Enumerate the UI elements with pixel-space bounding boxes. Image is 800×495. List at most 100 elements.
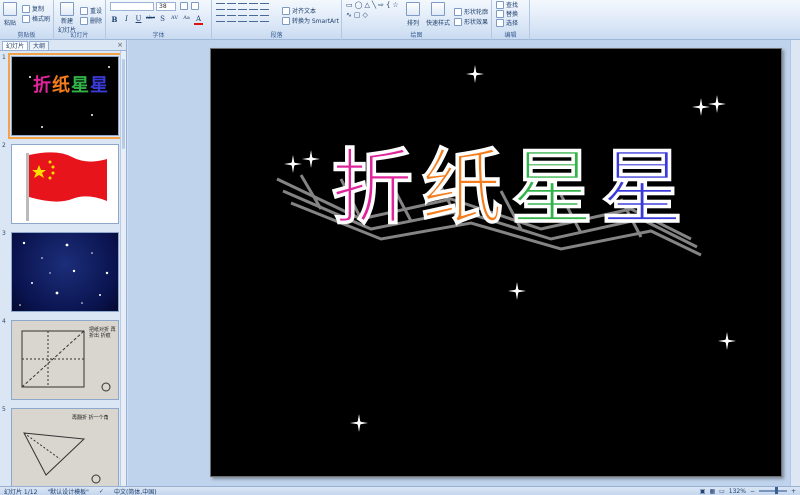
tab-outline[interactable]: 大纲 <box>29 41 50 50</box>
format-painter-button[interactable]: 格式刷 <box>22 14 50 23</box>
replace-button[interactable]: 替换 <box>496 9 518 18</box>
font-size-combo[interactable]: 38 <box>156 2 176 11</box>
zoom-control: ▣ ▦ ▭ 132% − + <box>700 487 800 495</box>
panel-scrollbar[interactable] <box>120 51 126 486</box>
reset-icon <box>80 6 88 15</box>
outline-icon <box>454 7 462 16</box>
arrange-icon <box>406 2 420 16</box>
close-panel-icon[interactable]: × <box>117 40 123 50</box>
brace-shape-icon[interactable]: { <box>386 1 390 9</box>
slide-title[interactable]: 折纸星星 <box>330 121 691 240</box>
slide-thumbnail-2[interactable]: 2 <box>0 142 121 226</box>
zoom-level[interactable]: 132% <box>729 488 746 495</box>
slide-thumbnail-5[interactable]: 5 再翻折 折一个角 <box>0 406 121 490</box>
change-case-button[interactable]: Aa <box>182 15 191 25</box>
shapes-gallery[interactable]: ▭ ◯ △ ╲ ⇨{ ☆ ∿ ▢ ◇ <box>346 1 402 19</box>
zoom-out-icon[interactable]: − <box>750 488 755 495</box>
rounded-rect-shape-icon[interactable]: ▢ <box>354 11 361 19</box>
quick-styles-button[interactable]: 快速样式 <box>426 2 450 27</box>
editing-group: 查找 替换 选择 编辑 <box>492 0 530 40</box>
slide-thumbnail-4[interactable]: 4 把纸对折 再折出 折痕 <box>0 318 121 402</box>
diamond-shape-icon[interactable]: ◇ <box>363 11 368 19</box>
slide-thumbnail-3[interactable]: 3 <box>0 230 121 314</box>
slides-panel: 幻灯片 大纲 × 1 折纸星星 2 3 4 把纸对折 再折出 折痕 5 再翻折 … <box>0 40 127 488</box>
zoom-slider[interactable] <box>758 487 787 494</box>
char-spacing-button[interactable]: AV <box>170 15 179 25</box>
grow-font-button[interactable] <box>180 2 188 10</box>
underline-button[interactable]: U <box>134 15 143 25</box>
shrink-font-icon <box>191 2 199 10</box>
find-button[interactable]: 查找 <box>496 0 518 9</box>
increase-indent-button[interactable] <box>249 3 258 10</box>
zoom-slider-knob[interactable] <box>774 487 778 494</box>
line-spacing-button[interactable] <box>260 3 269 10</box>
star-shape-icon[interactable]: ☆ <box>392 1 398 9</box>
panel-scroll-thumb[interactable] <box>122 59 125 149</box>
title-char-3: 星 <box>511 141 602 237</box>
slide-canvas[interactable]: 折纸星星 <box>210 48 782 477</box>
paragraph-group: 对齐文本 转换为 SmartArt 段落 <box>212 0 342 40</box>
line-shape-icon[interactable]: ╲ <box>372 1 376 9</box>
title-char-2: 纸 <box>421 141 512 237</box>
arrow-shape-icon[interactable]: ⇨ <box>378 1 384 9</box>
align-text-button[interactable]: 对齐文本 <box>282 6 316 15</box>
editing-group-label: 编辑 <box>504 32 517 39</box>
delete-slide-button[interactable]: 删除 <box>80 16 102 25</box>
thumbnail-image: 再翻折 折一个角 <box>11 408 119 488</box>
thumbnail-sparkles <box>29 66 110 128</box>
numbering-button[interactable] <box>227 3 236 10</box>
italic-button[interactable]: I <box>122 15 131 25</box>
strikethrough-button[interactable]: abc <box>146 15 155 25</box>
rectangle-shape-icon[interactable]: ▭ <box>346 1 353 9</box>
editor-scrollbar[interactable] <box>790 40 800 486</box>
font-name-combo[interactable] <box>110 2 154 11</box>
shrink-font-button[interactable] <box>191 2 199 10</box>
reset-button[interactable]: 重设 <box>80 6 102 15</box>
slides-group-label: 幻灯片 <box>70 32 89 39</box>
clipboard-group-label: 剪贴板 <box>17 32 36 39</box>
font-group-label: 字体 <box>152 32 165 39</box>
select-icon <box>496 18 504 27</box>
slideshow-view-icon[interactable]: ▭ <box>719 488 725 495</box>
sketch-note: 再翻折 折一个角 <box>72 415 109 421</box>
copy-button[interactable]: 复制 <box>22 4 44 13</box>
shape-outline-button[interactable]: 形状轮廓 <box>454 7 488 16</box>
convert-smartart-button[interactable]: 转换为 SmartArt <box>282 16 339 25</box>
triangle-shape-icon[interactable]: △ <box>364 1 369 9</box>
title-reflection-decoration <box>276 174 702 257</box>
ribbon: 粘贴 复制 格式刷 剪贴板 新建 幻灯片 重设 删除 幻灯片 38 B I U … <box>0 0 800 40</box>
china-flag-image <box>26 152 107 221</box>
list-buttons <box>216 3 269 10</box>
drawing-group: ▭ ◯ △ ╲ ⇨{ ☆ ∿ ▢ ◇ 排列 快速样式 形状轮廓 形状效果 绘图 <box>342 0 492 40</box>
shape-effects-button[interactable]: 形状效果 <box>454 17 488 26</box>
align-right-button[interactable] <box>238 15 247 22</box>
bullets-button[interactable] <box>216 3 225 10</box>
justify-button[interactable] <box>249 15 258 22</box>
theme-name: "默认设计模板" <box>47 488 89 495</box>
columns-button[interactable] <box>260 15 269 22</box>
oval-shape-icon[interactable]: ◯ <box>355 1 363 9</box>
align-center-button[interactable] <box>227 15 236 22</box>
slide-number: 2 <box>2 142 6 149</box>
sorter-view-icon[interactable]: ▦ <box>709 488 715 495</box>
align-left-button[interactable] <box>216 15 225 22</box>
language-indicator[interactable]: 中文(简体,中国) <box>114 487 157 495</box>
normal-view-icon[interactable]: ▣ <box>700 488 706 495</box>
tab-slides[interactable]: 幻灯片 <box>2 41 29 50</box>
spell-check-icon[interactable]: ✓ <box>99 488 104 495</box>
paste-button[interactable]: 粘贴 <box>3 2 17 27</box>
shadow-button[interactable]: S <box>158 15 167 25</box>
zoom-in-icon[interactable]: + <box>791 488 796 495</box>
find-icon <box>496 0 504 9</box>
thumbnail-image: 折纸星星 <box>8 53 122 139</box>
select-button[interactable]: 选择 <box>496 18 518 27</box>
title-char-1: 折 <box>330 141 422 237</box>
slide-number: 4 <box>2 318 6 325</box>
decrease-indent-button[interactable] <box>238 3 247 10</box>
arrange-button[interactable]: 排列 <box>406 2 420 27</box>
curve-shape-icon[interactable]: ∿ <box>346 11 352 19</box>
slide-thumbnail-1[interactable]: 1 折纸星星 <box>0 53 122 139</box>
slide-number: 1 <box>2 54 6 61</box>
font-color-button[interactable]: A <box>194 15 203 25</box>
bold-button[interactable]: B <box>110 15 119 25</box>
